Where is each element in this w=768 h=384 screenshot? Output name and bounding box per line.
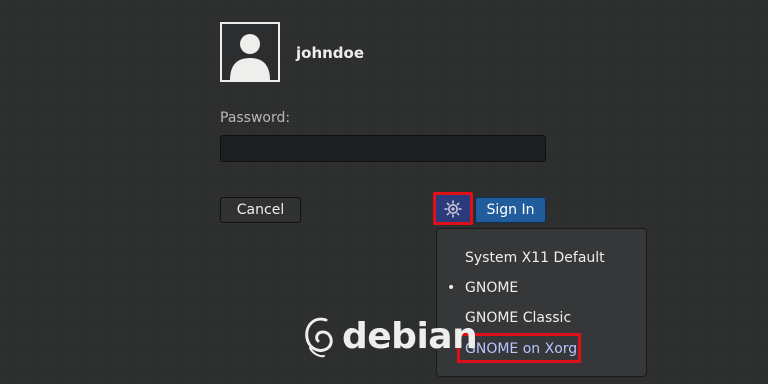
session-item-label: GNOME Classic [465,310,572,326]
username: johndoe [296,44,365,62]
cancel-button[interactable]: Cancel [220,197,301,223]
session-item-system-x11-default[interactable]: System X11 Default [437,247,646,269]
user-avatar [220,22,280,82]
user-silhouette-icon [230,34,270,80]
sign-in-button[interactable]: Sign In [475,197,546,223]
debian-logo: debian [302,311,478,361]
session-item-label: GNOME [465,280,519,296]
gear-icon [444,200,462,217]
debian-swirl-icon [305,317,333,358]
session-item-label: System X11 Default [465,250,605,266]
selected-bullet: • [447,280,456,296]
debian-logo-text: debian [342,315,478,357]
password-field[interactable] [220,135,546,162]
password-label: Password: [220,110,291,126]
session-selector-button[interactable] [433,192,473,225]
session-item-label: GNOME on Xorg [465,341,578,357]
session-item-gnome[interactable]: • GNOME [437,277,646,299]
